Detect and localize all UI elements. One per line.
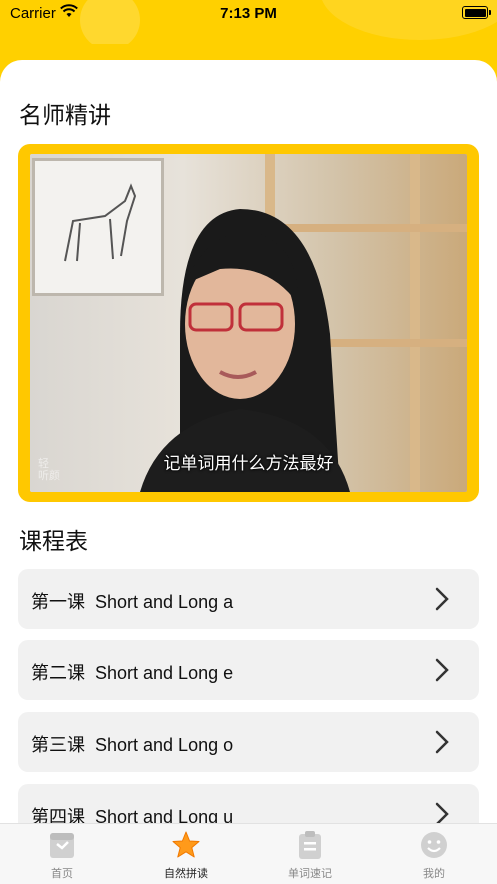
lesson-item[interactable]: 第三课 Short and Long o — [18, 712, 479, 772]
tab-home[interactable]: 首页 — [0, 824, 124, 884]
clipboard-icon — [299, 831, 321, 859]
chevron-right-icon — [435, 730, 449, 754]
video-watermark: 轻 听颜 — [38, 458, 60, 482]
star-icon — [172, 831, 200, 858]
lesson-label: 第三课 Short and Long o — [31, 735, 234, 755]
tab-label: 单词速记 — [288, 868, 332, 880]
battery-icon — [462, 6, 491, 19]
chevron-right-icon — [435, 587, 449, 611]
status-time: 7:13 PM — [220, 5, 277, 22]
lesson-item[interactable]: 第二课 Short and Long e — [18, 640, 479, 700]
video-caption: 记单词用什么方法最好 — [163, 454, 334, 473]
tab-phonics[interactable]: 自然拼读 — [124, 824, 248, 884]
chevron-right-icon — [435, 658, 449, 682]
tab-label: 自然拼读 — [164, 868, 208, 880]
lesson-label: 第一课 Short and Long a — [31, 592, 234, 612]
tab-label: 我的 — [423, 868, 445, 880]
lesson-label: 第二课 Short and Long e — [31, 663, 234, 683]
video-player[interactable]: 记单词用什么方法最好 轻 听颜 — [30, 154, 467, 492]
tab-profile[interactable]: 我的 — [372, 824, 496, 884]
smiley-icon — [421, 832, 447, 858]
status-bar: Carrier 7:13 PM — [0, 0, 497, 44]
section-title-teacher: 名师精讲 — [19, 102, 111, 128]
content-sheet: 名师精讲 记单词用什么方法最好 轻 听颜 课程表 第一课 Short and L… — [0, 60, 497, 883]
tab-bar: 首页 自然拼读 单词速记 我的 — [0, 823, 497, 884]
section-title-schedule: 课程表 — [19, 528, 88, 554]
video-card[interactable]: 记单词用什么方法最好 轻 听颜 — [18, 144, 479, 502]
tab-label: 首页 — [51, 868, 73, 880]
home-calendar-icon — [50, 833, 74, 858]
lesson-item[interactable]: 第一课 Short and Long a — [18, 569, 479, 629]
teacher-figure — [140, 209, 350, 492]
tab-vocabulary[interactable]: 单词速记 — [248, 824, 372, 884]
